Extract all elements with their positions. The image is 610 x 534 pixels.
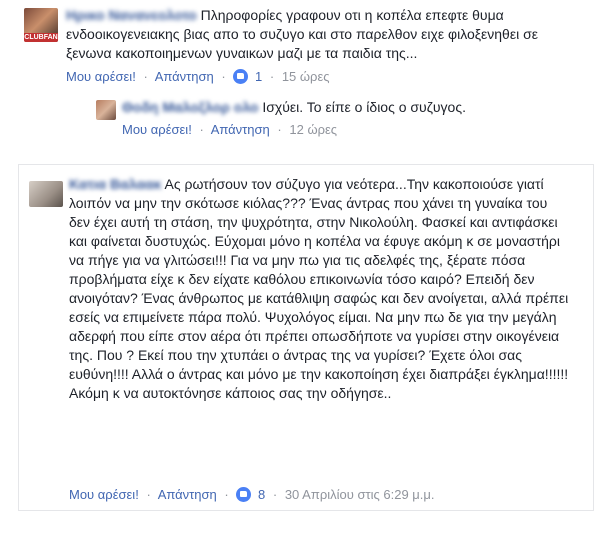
reply-text-block: Θοδη Μαλοξλορ ολο Ισχύει. Το είπε ο ίδιο… xyxy=(122,98,582,117)
comment-text-block: Ηρικο Νανανεολοτο Πληροφορίες γραφουν οτ… xyxy=(66,6,586,63)
like-button[interactable]: Μου αρέσει! xyxy=(66,69,136,84)
commenter-name[interactable]: Κατια Βαλαακ xyxy=(69,175,161,194)
avatar-tag: CLUBFAN xyxy=(24,33,58,42)
like-reaction-icon[interactable] xyxy=(236,487,252,502)
comment-thread-2: Κατια Βαλαακ Ας ρωτήσουν τον σύζυγο για … xyxy=(18,164,594,511)
comment-text: Ας ρωτήσουν τον σύζυγο για νεότερα...Την… xyxy=(69,176,569,401)
timestamp[interactable]: 15 ώρες xyxy=(282,69,330,84)
comment-actions: Μου αρέσει! · Απάντηση · 8 · 30 Απριλίου… xyxy=(69,487,435,502)
reply-avatar[interactable] xyxy=(96,100,116,120)
reply-text: Ισχύει. Το είπε ο ίδιος ο συζυγος. xyxy=(262,99,466,115)
like-button[interactable]: Μου αρέσει! xyxy=(122,122,192,137)
comment-actions: Μου αρέσει! · Απάντηση · 1 · 15 ώρες xyxy=(66,69,330,84)
commenter-name[interactable]: Ηρικο Νανανεολοτο xyxy=(66,6,197,25)
like-reaction-icon[interactable] xyxy=(233,69,249,84)
like-button[interactable]: Μου αρέσει! xyxy=(69,487,139,502)
timestamp[interactable]: 30 Απριλίου στις 6:29 μ.μ. xyxy=(285,487,435,502)
reply-button[interactable]: Απάντηση xyxy=(155,69,214,84)
timestamp[interactable]: 12 ώρες xyxy=(289,122,337,137)
avatar[interactable]: CLUBFAN xyxy=(24,8,58,42)
reply-actions: Μου αρέσει! · Απάντηση · 12 ώρες xyxy=(122,122,338,137)
reaction-count[interactable]: 1 xyxy=(255,69,262,84)
reply-commenter-name[interactable]: Θοδη Μαλοξλορ ολο xyxy=(122,98,258,117)
comment-text-block: Κατια Βαλαακ Ας ρωτήσουν τον σύζυγο για … xyxy=(69,175,569,403)
reply-button[interactable]: Απάντηση xyxy=(158,487,217,502)
reaction-count[interactable]: 8 xyxy=(258,487,265,502)
comment-thread-1: CLUBFAN Ηρικο Νανανεολοτο Πληροφορίες γρ… xyxy=(18,0,592,142)
reply-button[interactable]: Απάντηση xyxy=(211,122,270,137)
avatar[interactable] xyxy=(29,181,63,207)
